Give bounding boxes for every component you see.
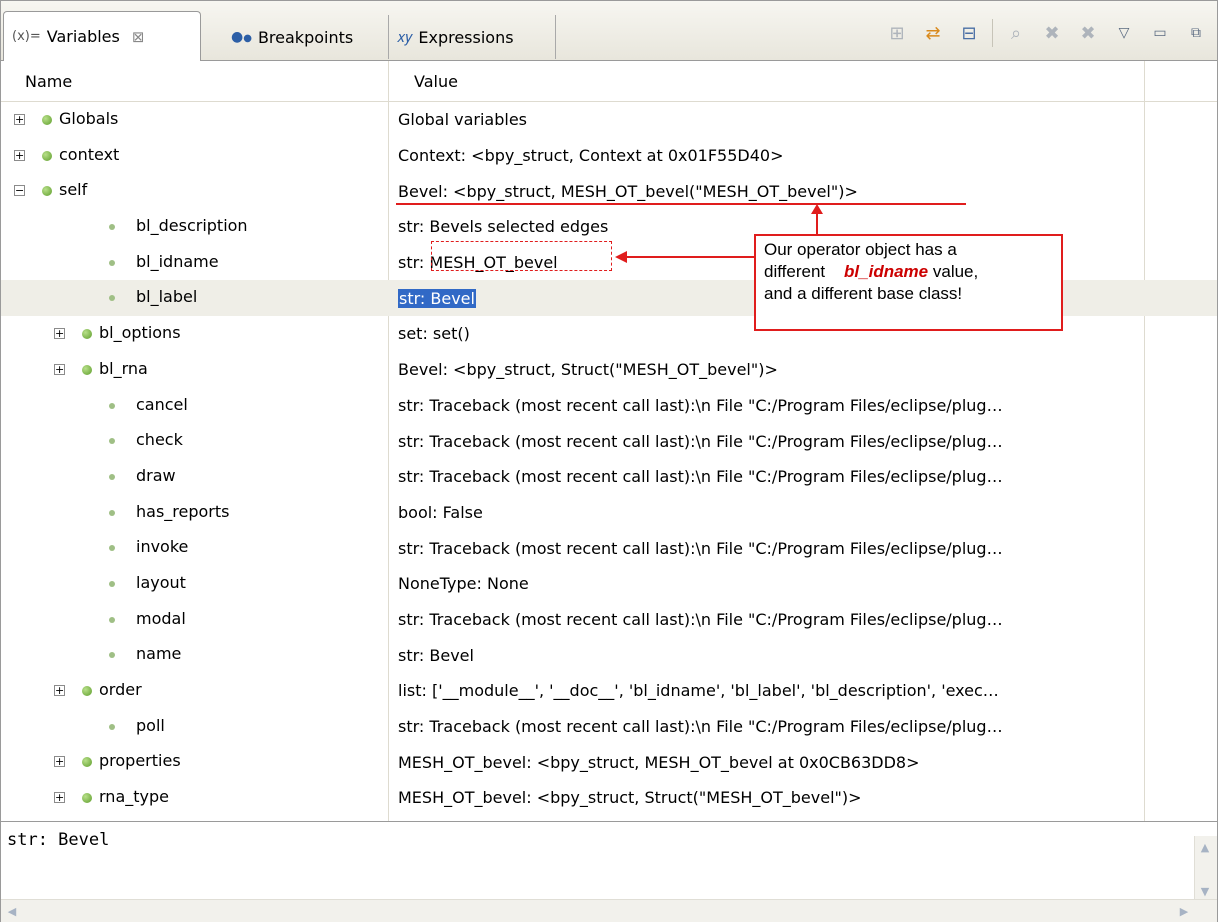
annotation-line-2-post: value, bbox=[932, 262, 979, 281]
variables-view: (x)= Variables ⊠ ●● Breakpoints 𝑥𝑦 Expre… bbox=[0, 0, 1218, 922]
scroll-up-icon[interactable]: ▲ bbox=[1195, 836, 1215, 858]
annotation-callout: Our operator object has a different bl_i… bbox=[754, 234, 1063, 331]
annotation-line-3: and a different base class! bbox=[764, 284, 963, 303]
annotation-emphasis: bl_idname bbox=[844, 262, 929, 281]
detail-pane[interactable]: str: Bevel ▲ ▼ ◀ ▶ bbox=[1, 821, 1217, 922]
detail-text[interactable]: str: Bevel bbox=[7, 830, 109, 850]
scroll-right-icon[interactable]: ▶ bbox=[1173, 900, 1195, 922]
annotation-arrows bbox=[615, 204, 823, 263]
detail-horizontal-scrollbar[interactable]: ◀ ▶ bbox=[1, 899, 1217, 922]
scroll-left-icon[interactable]: ◀ bbox=[1, 900, 23, 922]
annotation-line-1: Our operator object has a bbox=[764, 240, 957, 259]
annotation-line-2-pre: different bbox=[764, 262, 826, 281]
detail-vertical-scrollbar[interactable]: ▲ ▼ bbox=[1194, 836, 1217, 904]
annotation-line-2: different bl_idname value, bbox=[764, 261, 1053, 283]
